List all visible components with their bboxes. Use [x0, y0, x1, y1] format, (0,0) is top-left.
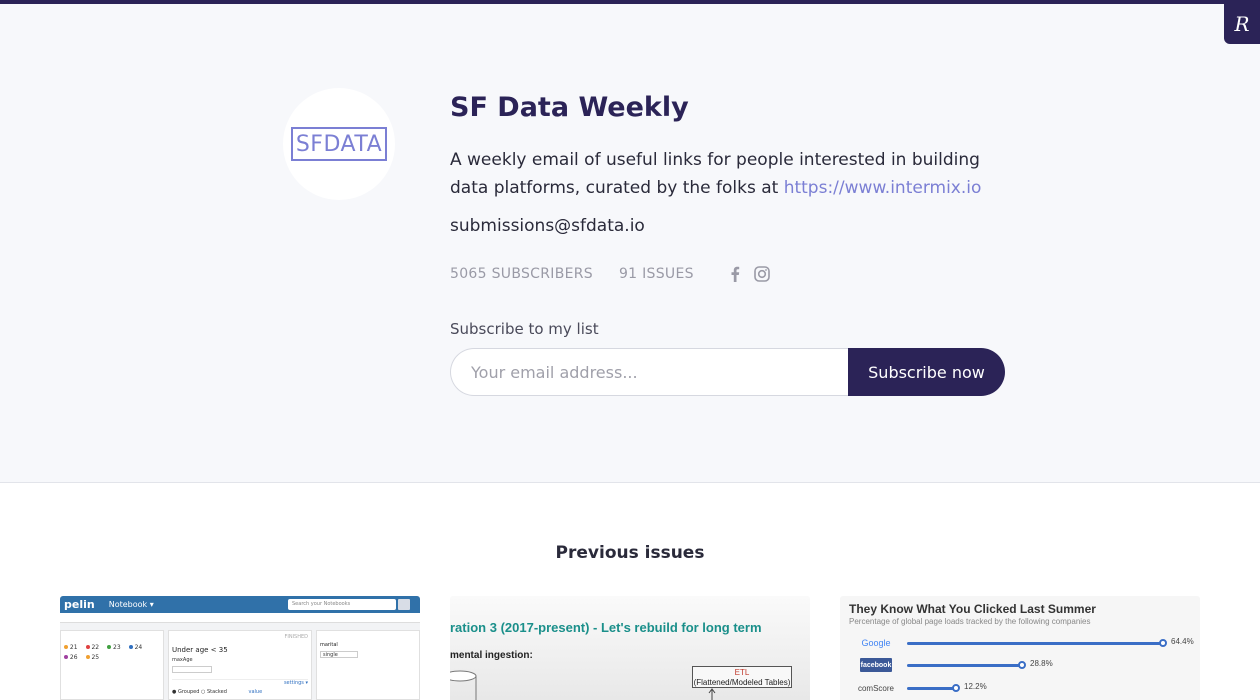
notebook-search: Search your Notebooks	[288, 599, 396, 610]
etl-label: ETL	[734, 668, 750, 677]
slide-subtitle: mental ingestion:	[450, 650, 533, 661]
profile-header: SFDATA SF Data Weekly A weekly email of …	[0, 4, 1260, 483]
value-item: 24	[128, 644, 142, 651]
chart-subtitle: Percentage of global page loads tracked …	[849, 617, 1091, 626]
value-item: 21	[64, 644, 78, 651]
chart-value-label: 28.8%	[1030, 659, 1053, 668]
field-input	[172, 666, 212, 673]
value-item: 22	[85, 644, 99, 651]
value-item: 23	[107, 644, 121, 651]
email-input[interactable]	[450, 348, 848, 396]
value-item: 26	[64, 654, 78, 661]
notebook-navbar: pelin Notebook ▾ Search your Notebooks	[60, 596, 420, 613]
company-logo: facebook	[860, 658, 892, 672]
page-title: SF Data Weekly	[450, 92, 689, 123]
field-label: maxAge	[172, 657, 193, 663]
etl-box: ETL (Flattened/Modeled Tables)	[692, 666, 792, 688]
chart-row: facebook 28.8%	[840, 658, 1200, 672]
chart-value-label: 64.4%	[1171, 637, 1194, 646]
chart-row: comScore 12.2%	[840, 681, 1200, 695]
company-logo: comScore	[857, 683, 894, 693]
value-item: 25	[85, 654, 99, 661]
stats-bar: 5065 SUBSCRIBERS 91 ISSUES	[450, 264, 784, 284]
notebook-toolbar	[60, 613, 420, 623]
subscribe-form: Subscribe now	[450, 348, 1005, 396]
chart-value-label: 12.2%	[964, 682, 987, 691]
subscriber-count: 5065 SUBSCRIBERS	[450, 266, 593, 282]
issue-card-1[interactable]: pelin Notebook ▾ Search your Notebooks 2…	[60, 596, 420, 700]
right-paragraph: marital single	[316, 630, 420, 700]
chart-bar	[907, 687, 956, 690]
right-select: single	[320, 651, 358, 658]
company-logo: Google	[861, 638, 891, 648]
chart-title: They Know What You Clicked Last Summer	[849, 602, 1096, 616]
paragraph-title: Under age < 35	[172, 646, 228, 654]
logo-text: SFDATA	[295, 131, 383, 157]
avatar: SFDATA	[283, 88, 395, 200]
issue-count: 91 ISSUES	[618, 266, 694, 282]
etl-sublabel: (Flattened/Modeled Tables)	[693, 678, 791, 687]
notebook-menu: Notebook ▾	[108, 600, 154, 609]
facebook-icon[interactable]	[730, 266, 740, 282]
subscribe-label: Subscribe to my list	[450, 320, 599, 338]
previous-issues-heading: Previous issues	[555, 543, 705, 563]
chart-bar	[907, 642, 1163, 645]
database-cylinder-icon	[450, 670, 477, 700]
revue-letter: R	[1234, 12, 1250, 36]
chart-row: Google 64.4%	[840, 636, 1200, 650]
revue-logo[interactable]: R	[1224, 4, 1260, 44]
arrow-up-icon	[708, 688, 716, 700]
slide-title: ration 3 (2017-present) - Let's rebuild …	[450, 620, 762, 635]
value-dots: 21 22 23 24 26 25	[64, 644, 160, 661]
left-paragraph: 21 22 23 24 26 25	[60, 630, 164, 700]
paragraph-status: FINISHED	[284, 634, 308, 640]
right-field: marital	[320, 642, 338, 648]
settings-link: settings ▾	[172, 679, 308, 687]
sfdata-logo: SFDATA	[291, 127, 387, 161]
center-paragraph: FINISHED Under age < 35 maxAge settings …	[168, 630, 312, 700]
issue-card-2[interactable]: ration 3 (2017-present) - Let's rebuild …	[450, 596, 810, 700]
instagram-icon[interactable]	[754, 266, 770, 282]
chart-legend: ● Grouped ○ Stacked value	[172, 689, 263, 695]
chart-bar-end	[952, 684, 960, 692]
issue-card-3[interactable]: They Know What You Clicked Last Summer P…	[840, 596, 1200, 700]
chart-bar-end	[1018, 661, 1026, 669]
social-links	[730, 266, 784, 282]
newsletter-description: A weekly email of useful links for peopl…	[450, 146, 1010, 202]
subscribe-button[interactable]: Subscribe now	[848, 348, 1005, 396]
contact-email: submissions@sfdata.io	[450, 216, 645, 236]
app-name: pelin	[64, 598, 95, 611]
search-icon	[398, 599, 410, 610]
chart-bar	[907, 664, 1022, 667]
intermix-link[interactable]: https://www.intermix.io	[784, 178, 982, 198]
chart-bar-end	[1159, 639, 1167, 647]
